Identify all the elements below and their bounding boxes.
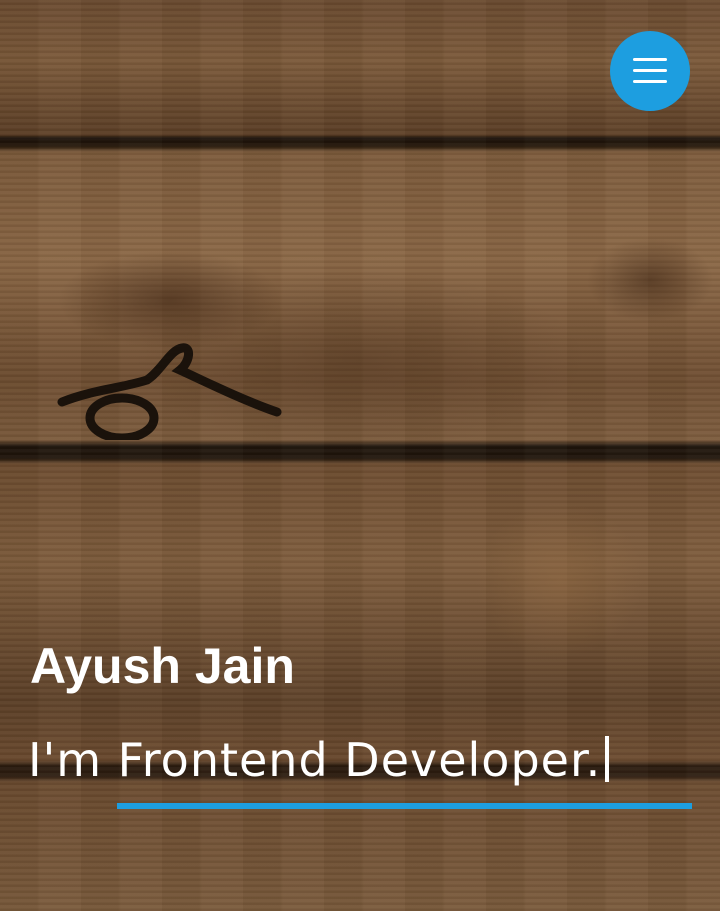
tagline-prefix: I'm bbox=[28, 733, 103, 787]
hero-tagline: I'm Frontend Developer. bbox=[28, 728, 610, 792]
hero-section: Ayush Jain I'm Frontend Developer. bbox=[0, 0, 720, 911]
hero-name: Ayush Jain bbox=[30, 638, 295, 694]
typing-cursor bbox=[605, 736, 610, 782]
menu-button[interactable] bbox=[610, 31, 690, 111]
tagline-underline bbox=[117, 803, 692, 809]
typed-role-text: Frontend Developer. bbox=[117, 733, 602, 787]
hamburger-menu-icon bbox=[633, 58, 667, 83]
wood-knot-decoration bbox=[57, 343, 282, 440]
